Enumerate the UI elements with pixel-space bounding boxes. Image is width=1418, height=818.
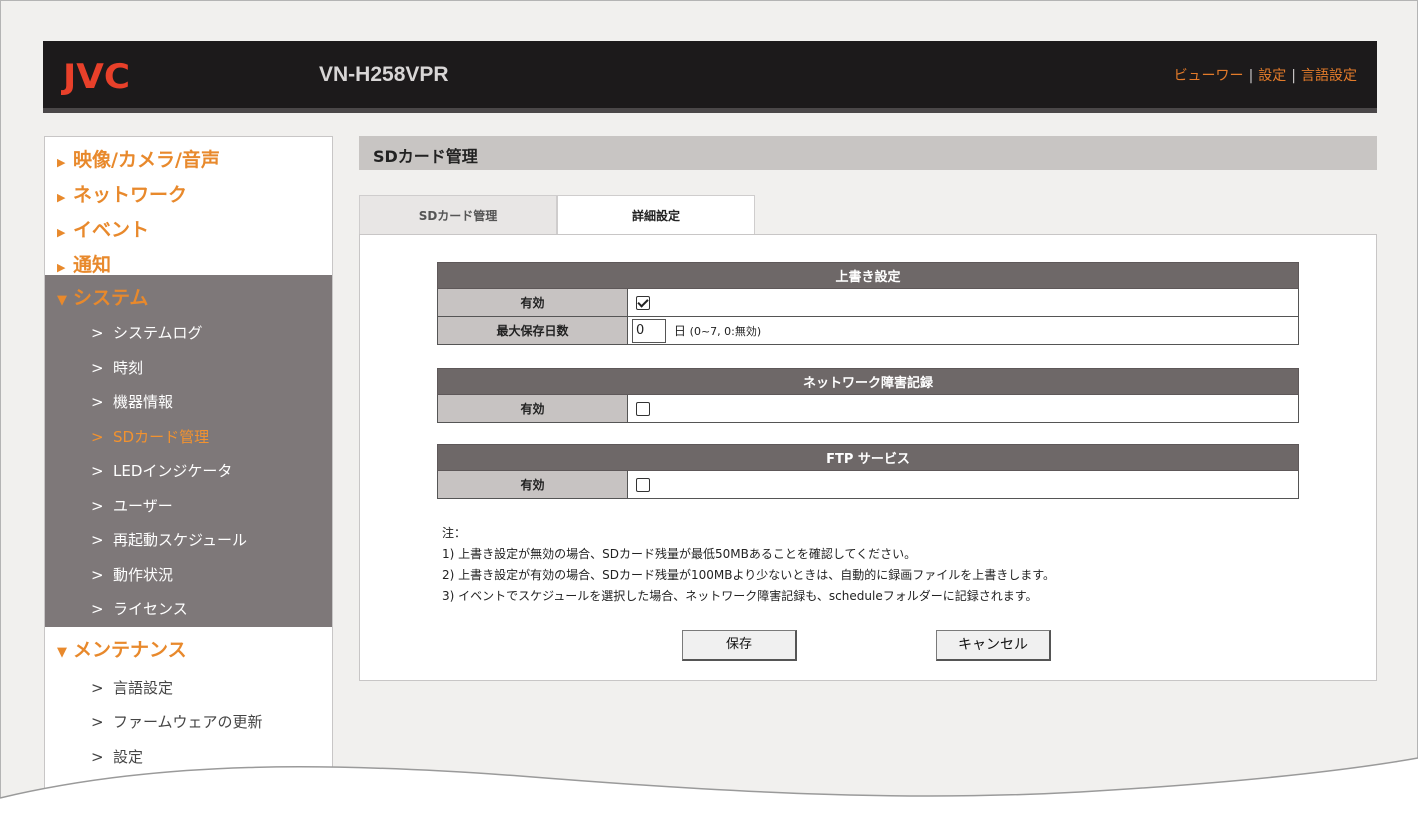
ftp-service-table: FTP サービス 有効 bbox=[437, 444, 1299, 499]
expanded-arrow-icon: ▼ bbox=[57, 645, 67, 660]
expanded-arrow-icon: ▼ bbox=[57, 293, 67, 308]
sidebar-section-label: システム bbox=[73, 287, 149, 309]
sidebar-section-label: 通知 bbox=[73, 254, 112, 276]
language-link[interactable]: 言語設定 bbox=[1301, 68, 1357, 84]
page-title: SDカード管理 bbox=[359, 136, 1377, 170]
sidebar-section-video[interactable]: ▶ 映像/カメラ/音声 bbox=[45, 145, 332, 172]
chevron-right-icon: > bbox=[91, 497, 104, 515]
note-line: 2) 上書き設定が有効の場合、SDカード残量が100MBより少ないときは、自動的… bbox=[442, 568, 1056, 582]
chevron-right-icon: > bbox=[91, 428, 104, 446]
sidebar-item-label: SDカード管理 bbox=[113, 428, 210, 446]
sidebar-item-label: LEDインジケータ bbox=[113, 462, 233, 480]
sidebar-item-sd-card[interactable]: > SDカード管理 bbox=[45, 426, 332, 447]
note-line: 3) イベントでスケジュールを選択した場合、ネットワーク障害記録も、schedu… bbox=[442, 589, 1038, 603]
chevron-right-icon: > bbox=[91, 393, 104, 411]
sidebar-item-label: システムログ bbox=[113, 324, 203, 342]
notes-block: 注： 1) 上書き設定が無効の場合、SDカード残量が最低50MBあることを確認し… bbox=[442, 523, 1055, 607]
sidebar-section-label: メンテナンス bbox=[73, 639, 187, 661]
sidebar-section-label: 映像/カメラ/音声 bbox=[73, 149, 220, 171]
save-button[interactable]: 保存 bbox=[682, 630, 797, 661]
sidebar-item-label: 機器情報 bbox=[113, 393, 174, 411]
ftp-enable-label: 有効 bbox=[437, 470, 628, 499]
chevron-right-icon: > bbox=[91, 324, 104, 342]
note-line: 1) 上書き設定が無効の場合、SDカード残量が最低50MBあることを確認してくだ… bbox=[442, 547, 917, 561]
cancel-button[interactable]: キャンセル bbox=[936, 630, 1051, 661]
sidebar-item-users[interactable]: > ユーザー bbox=[45, 495, 332, 516]
network-fail-header: ネットワーク障害記録 bbox=[437, 368, 1299, 395]
sidebar-section-label: イベント bbox=[73, 219, 150, 241]
overwrite-enable-label: 有効 bbox=[437, 288, 628, 317]
sidebar-system-block: ▼ システム > システムログ > 時刻 > 機器情報 > SDカード管理 > LEDインジ… bbox=[45, 275, 332, 627]
sidebar-section-notify[interactable]: ▶ 通知 bbox=[45, 250, 332, 277]
ftp-enable-checkbox[interactable] bbox=[636, 477, 650, 492]
sidebar-item-firmware[interactable]: > ファームウェアの更新 bbox=[45, 711, 332, 732]
collapsed-arrow-icon: ▶ bbox=[57, 156, 66, 169]
model-name: VN-H258VPR bbox=[319, 63, 449, 86]
viewer-link[interactable]: ビューワー bbox=[1174, 68, 1244, 84]
sidebar-item-label: 再起動スケジュール bbox=[113, 531, 247, 549]
chevron-right-icon: > bbox=[91, 359, 104, 377]
chevron-right-icon: > bbox=[91, 600, 104, 618]
tab-detail-settings[interactable]: 詳細設定 bbox=[557, 195, 755, 236]
tab-sd-card-management[interactable]: SDカード管理 bbox=[359, 195, 557, 235]
network-fail-table: ネットワーク障害記録 有効 bbox=[437, 368, 1299, 423]
sidebar-item-label: 動作状況 bbox=[113, 566, 174, 584]
sidebar-item-label: ユーザー bbox=[113, 497, 173, 515]
chevron-right-icon: > bbox=[91, 713, 104, 731]
overwrite-settings-table: 上書き設定 有効 最大保存日数 0 日 (0~7, 0:無効) bbox=[437, 262, 1299, 345]
sidebar-item-label: 時刻 bbox=[113, 359, 144, 377]
sidebar-item-label: ライセンス bbox=[113, 600, 188, 618]
chevron-right-icon: > bbox=[91, 531, 104, 549]
network-fail-enable-checkbox[interactable] bbox=[636, 401, 650, 416]
torn-page-edge bbox=[0, 757, 1418, 818]
collapsed-arrow-icon: ▶ bbox=[57, 226, 66, 239]
sidebar-item-label: 言語設定 bbox=[113, 679, 174, 697]
collapsed-arrow-icon: ▶ bbox=[57, 261, 66, 274]
page-frame: JVC VN-H258VPR ビューワー | 設定 | 言語設定 ▶ 映像/カメラ/音声 … bbox=[0, 0, 1418, 818]
overwrite-enable-checkbox[interactable] bbox=[636, 295, 650, 310]
chevron-right-icon: > bbox=[91, 566, 104, 584]
sidebar-item-status[interactable]: > 動作状況 bbox=[45, 564, 332, 585]
top-header: JVC VN-H258VPR ビューワー | 設定 | 言語設定 bbox=[43, 41, 1377, 113]
chevron-right-icon: > bbox=[91, 462, 104, 480]
settings-link[interactable]: 設定 bbox=[1258, 68, 1286, 84]
sidebar-section-label: ネットワーク bbox=[73, 184, 188, 206]
sidebar-item-label: ファームウェアの更新 bbox=[113, 713, 263, 731]
network-fail-enable-label: 有効 bbox=[437, 394, 628, 423]
sidebar-item-device-info[interactable]: > 機器情報 bbox=[45, 391, 332, 412]
jvc-logo: JVC bbox=[63, 57, 131, 97]
max-days-unit: 日 (0~7, 0:無効) bbox=[674, 324, 761, 338]
chevron-right-icon: > bbox=[91, 679, 104, 697]
days-hint-text: (0~7, 0:無効) bbox=[689, 325, 762, 338]
days-unit-text: 日 bbox=[673, 324, 686, 338]
sidebar: ▶ 映像/カメラ/音声 ▶ ネットワーク ▶ イベント ▶ 通知 ▼ システム > システム… bbox=[44, 136, 333, 818]
overwrite-header: 上書き設定 bbox=[437, 262, 1299, 289]
sidebar-item-time[interactable]: > 時刻 bbox=[45, 357, 332, 378]
top-links: ビューワー | 設定 | 言語設定 bbox=[1173, 68, 1357, 84]
settings-panel: 上書き設定 有効 最大保存日数 0 日 (0~7, 0:無効) ネットワーク障害… bbox=[359, 234, 1377, 681]
sidebar-section-maintenance[interactable]: ▼ メンテナンス bbox=[45, 635, 332, 662]
sidebar-section-network[interactable]: ▶ ネットワーク bbox=[45, 180, 332, 207]
sidebar-item-led[interactable]: > LEDインジケータ bbox=[45, 460, 332, 481]
collapsed-arrow-icon: ▶ bbox=[57, 191, 66, 204]
ftp-header: FTP サービス bbox=[437, 444, 1299, 471]
sidebar-section-system[interactable]: ▼ システム bbox=[45, 283, 332, 310]
sidebar-item-system-log[interactable]: > システムログ bbox=[45, 322, 332, 343]
notes-title: 注： bbox=[442, 526, 467, 540]
sidebar-item-language[interactable]: > 言語設定 bbox=[45, 677, 332, 698]
max-days-label: 最大保存日数 bbox=[437, 316, 628, 345]
sidebar-item-license[interactable]: > ライセンス bbox=[45, 598, 332, 619]
sidebar-item-reboot-schedule[interactable]: > 再起動スケジュール bbox=[45, 529, 332, 550]
max-days-input[interactable]: 0 bbox=[632, 318, 666, 343]
sidebar-section-event[interactable]: ▶ イベント bbox=[45, 215, 332, 242]
